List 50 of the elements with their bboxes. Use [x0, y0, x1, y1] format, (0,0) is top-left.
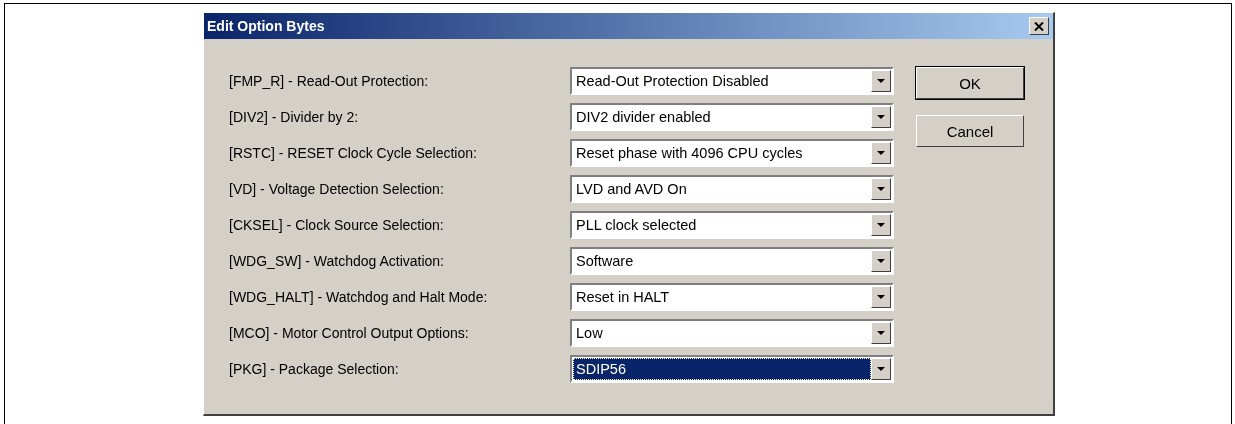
option-dropdown[interactable]: Reset in HALT — [570, 283, 894, 311]
option-label: [WDG_SW] - Watchdog Activation: — [229, 253, 445, 269]
dropdown-arrow-button[interactable] — [871, 286, 891, 308]
option-dropdown[interactable]: DIV2 divider enabled — [570, 103, 894, 131]
dropdown-value: Low — [575, 324, 604, 343]
dropdown-value: Reset in HALT — [575, 288, 671, 307]
dropdown-value: PLL clock selected — [575, 216, 698, 235]
option-label: [RSTC] - RESET Clock Cycle Selection: — [229, 145, 478, 161]
caret-icon — [877, 295, 885, 299]
caret-icon — [877, 79, 885, 83]
caret-icon — [877, 367, 885, 371]
option-label: [WDG_HALT] - Watchdog and Halt Mode: — [229, 289, 489, 305]
cancel-button[interactable]: Cancel — [916, 115, 1024, 147]
dropdown-value: DIV2 divider enabled — [575, 108, 712, 127]
close-icon — [1034, 21, 1044, 31]
option-dropdown[interactable]: LVD and AVD On — [570, 175, 894, 203]
option-label: [PKG] - Package Selection: — [229, 361, 400, 377]
option-label: [CKSEL] - Clock Source Selection: — [229, 217, 445, 233]
dropdown-value: LVD and AVD On — [575, 180, 688, 199]
dropdown-arrow-button[interactable] — [871, 70, 891, 92]
caret-icon — [877, 187, 885, 191]
option-dropdown[interactable]: SDIP56 — [570, 355, 894, 383]
option-label: [FMP_R] - Read-Out Protection: — [229, 73, 430, 89]
caret-icon — [877, 259, 885, 263]
close-button[interactable] — [1029, 17, 1049, 35]
dropdown-value: SDIP56 — [573, 358, 871, 380]
window-title: Edit Option Bytes — [207, 18, 325, 34]
caret-icon — [877, 115, 885, 119]
caret-icon — [877, 223, 885, 227]
caret-icon — [877, 331, 885, 335]
dropdown-arrow-button[interactable] — [871, 322, 891, 344]
option-dropdown[interactable]: Reset phase with 4096 CPU cycles — [570, 139, 894, 167]
dropdown-value: Software — [575, 252, 635, 271]
option-dropdown[interactable]: Software — [570, 247, 894, 275]
ok-button[interactable]: OK — [916, 67, 1024, 99]
option-label: [MCO] - Motor Control Output Options: — [229, 325, 470, 341]
option-label: [DIV2] - Divider by 2: — [229, 109, 360, 125]
option-label: [VD] - Voltage Detection Selection: — [229, 181, 445, 197]
option-dropdown[interactable]: PLL clock selected — [570, 211, 894, 239]
dropdown-arrow-button[interactable] — [871, 178, 891, 200]
dropdown-arrow-button[interactable] — [871, 106, 891, 128]
dropdown-arrow-button[interactable] — [871, 250, 891, 272]
dropdown-value: Reset phase with 4096 CPU cycles — [575, 144, 804, 163]
option-dropdown[interactable]: Read-Out Protection Disabled — [570, 67, 894, 95]
option-dropdown[interactable]: Low — [570, 319, 894, 347]
dropdown-arrow-button[interactable] — [871, 358, 891, 380]
dropdown-arrow-button[interactable] — [871, 142, 891, 164]
dropdown-value: Read-Out Protection Disabled — [575, 72, 770, 91]
dropdown-arrow-button[interactable] — [871, 214, 891, 236]
caret-icon — [877, 151, 885, 155]
